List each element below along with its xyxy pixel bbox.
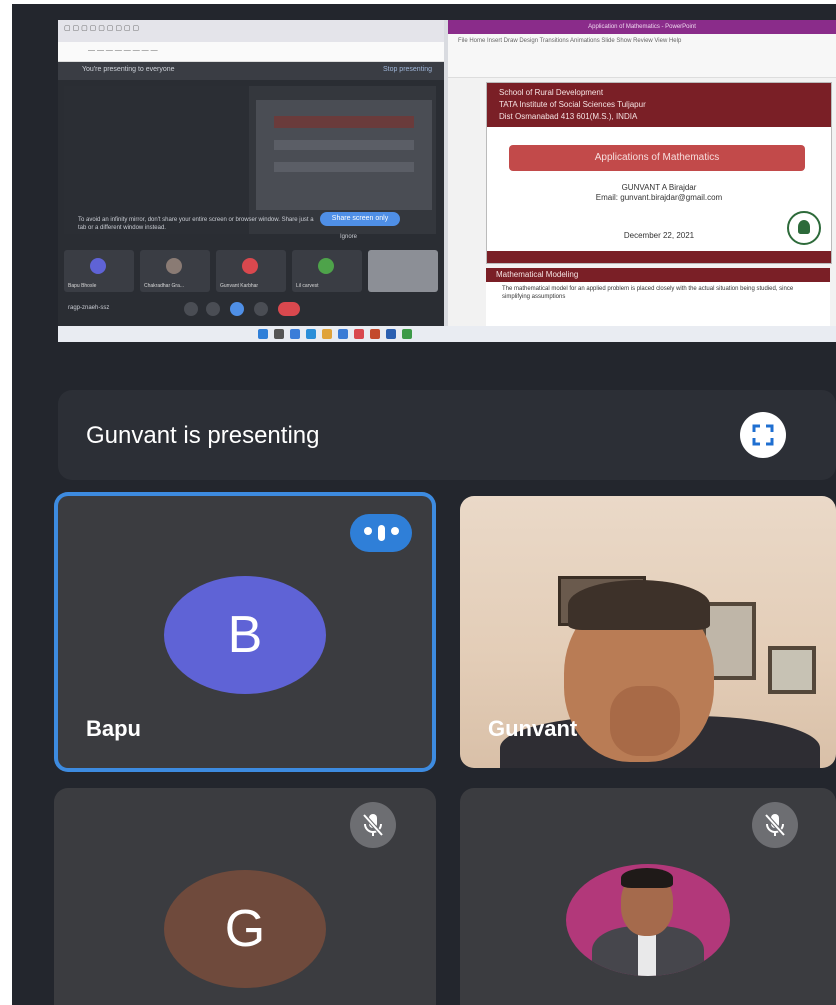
mini-tile: Gunvant Karbhar bbox=[216, 250, 286, 292]
slide-footer-bar bbox=[487, 251, 831, 263]
meet-tab: You're presenting to everyone Stop prese… bbox=[58, 62, 444, 326]
next-slide: Mathematical Modeling The mathematical m… bbox=[486, 268, 830, 326]
folder-icon bbox=[322, 329, 332, 339]
mini-tile: Lil carvest bbox=[292, 250, 362, 292]
mic-off-icon bbox=[362, 813, 384, 837]
store-icon bbox=[338, 329, 348, 339]
presenting-bar-text: You're presenting to everyone bbox=[82, 66, 175, 73]
avatar bbox=[566, 864, 730, 976]
start-icon bbox=[258, 329, 268, 339]
participant-name: Bapu bbox=[86, 716, 141, 741]
address-bar: — — — — — — — — bbox=[58, 42, 444, 62]
edge-icon bbox=[306, 329, 316, 339]
next-slide-heading: Mathematical Modeling bbox=[486, 268, 830, 282]
institute-logo-icon bbox=[787, 211, 821, 245]
powerpoint-window: Application of Mathematics - PowerPoint … bbox=[448, 20, 836, 326]
audio-wave-icon bbox=[350, 514, 412, 552]
mic-off-button bbox=[752, 802, 798, 848]
meeting-code: ragp-znaeh-ssz bbox=[68, 305, 110, 311]
browser-tabs: ▢ ▢ ▢ ▢ ▢ ▢ ▢ ▢ ▢ bbox=[58, 20, 444, 42]
participant-tile-bapu[interactable]: B Bapu bbox=[54, 492, 436, 772]
fullscreen-button[interactable] bbox=[740, 412, 786, 458]
participant-tile-g[interactable]: G bbox=[54, 788, 436, 1005]
mic-icon[interactable] bbox=[184, 302, 198, 316]
share-screen-button[interactable]: Share screen only bbox=[320, 212, 400, 226]
next-slide-text: The mathematical model for an applied pr… bbox=[502, 286, 794, 300]
windows-taskbar bbox=[58, 326, 836, 342]
presenting-text: Gunvant is presenting bbox=[86, 422, 320, 449]
ignore-link[interactable]: Ignore bbox=[340, 234, 357, 240]
slide-date: December 22, 2021 bbox=[623, 231, 695, 240]
participant-tile-photo[interactable] bbox=[460, 788, 836, 1005]
presenting-banner: Gunvant is presenting bbox=[58, 390, 836, 480]
presenting-bar: You're presenting to everyone Stop prese… bbox=[58, 62, 444, 80]
mini-tile-video bbox=[368, 250, 438, 292]
mini-tile: Chakradhar Gra... bbox=[140, 250, 210, 292]
fullscreen-icon bbox=[752, 424, 774, 446]
slide: School of Rural Development TATA Institu… bbox=[486, 82, 832, 264]
word-icon bbox=[386, 329, 396, 339]
browser-window: ▢ ▢ ▢ ▢ ▢ ▢ ▢ ▢ ▢ — — — — — — — — You're… bbox=[58, 20, 444, 326]
slide-title: Applications of Mathematics bbox=[509, 145, 805, 171]
slide-header: School of Rural Development TATA Institu… bbox=[487, 83, 831, 127]
shared-screen[interactable]: ▢ ▢ ▢ ▢ ▢ ▢ ▢ ▢ ▢ — — — — — — — — You're… bbox=[58, 20, 836, 342]
slide-author: GUNVANT A Birajdar Email: gunvant.birajd… bbox=[595, 183, 723, 202]
present-icon[interactable] bbox=[230, 302, 244, 316]
excel-icon bbox=[402, 329, 412, 339]
participant-tile-gunvant[interactable]: Gunvant bbox=[460, 496, 836, 768]
camera-icon[interactable] bbox=[206, 302, 220, 316]
powerpoint-ribbon: File Home Insert Draw Design Transitions… bbox=[448, 34, 836, 78]
meet-mobile-screen: ▢ ▢ ▢ ▢ ▢ ▢ ▢ ▢ ▢ — — — — — — — — You're… bbox=[12, 4, 836, 1005]
mirror-pane-right bbox=[256, 100, 432, 210]
mini-controls: ragp-znaeh-ssz bbox=[64, 300, 438, 320]
chrome-icon bbox=[354, 329, 364, 339]
participant-name: Gunvant bbox=[488, 716, 578, 741]
mirror-pane-left bbox=[64, 86, 249, 234]
avatar: G bbox=[164, 870, 326, 988]
mini-participant-strip: Bapu Bhosle Chakradhar Gra... Gunvant Ka… bbox=[64, 250, 438, 292]
mic-off-button bbox=[350, 802, 396, 848]
mini-tile: Bapu Bhosle bbox=[64, 250, 134, 292]
powerpoint-icon bbox=[370, 329, 380, 339]
search-icon bbox=[274, 329, 284, 339]
stop-presenting-link[interactable]: Stop presenting bbox=[383, 66, 432, 73]
mic-off-icon bbox=[764, 813, 786, 837]
avatar: B bbox=[164, 576, 326, 694]
more-icon[interactable] bbox=[254, 302, 268, 316]
end-call-icon[interactable] bbox=[278, 302, 300, 316]
powerpoint-title: Application of Mathematics - PowerPoint bbox=[448, 20, 836, 34]
taskview-icon bbox=[290, 329, 300, 339]
mirror-warning: To avoid an infinity mirror, don't share… bbox=[78, 217, 314, 231]
